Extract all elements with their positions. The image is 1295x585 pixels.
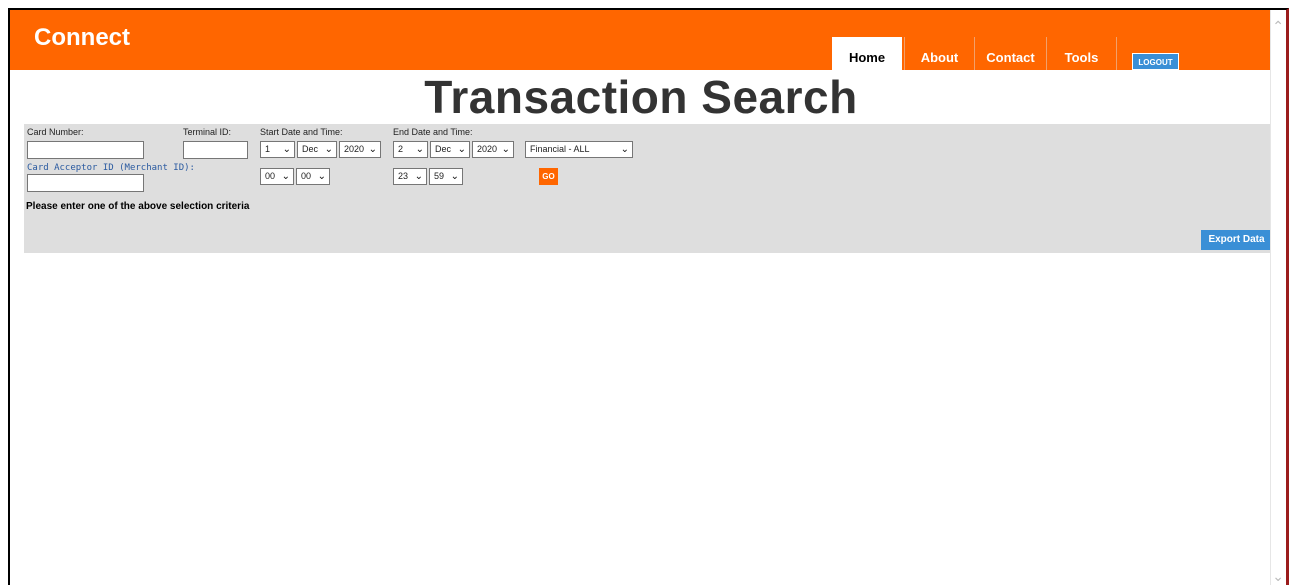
logout-button[interactable]: LOGOUT — [1132, 53, 1179, 70]
end-hour-select[interactable]: 23 ⌄ — [393, 168, 427, 185]
start-date-label: Start Date and Time: — [260, 127, 343, 137]
nav-tab-tools[interactable]: Tools — [1046, 37, 1116, 70]
end-minute-select[interactable]: 59 ⌄ — [429, 168, 463, 185]
transaction-type-select[interactable]: Financial - ALL ⌄ — [525, 141, 633, 158]
chevron-down-icon: ⌄ — [620, 144, 629, 155]
start-minute-select[interactable]: 00 ⌄ — [296, 168, 330, 185]
start-day-value: 1 — [265, 144, 271, 154]
nav-tab-contact[interactable]: Contact — [974, 37, 1046, 70]
brand-logo[interactable]: Connect — [34, 24, 130, 52]
card-number-label: Card Number: — [27, 127, 84, 137]
browser-frame: Connect Home About Contact Tools LOGOUT … — [8, 8, 1289, 585]
search-panel: Card Number: Terminal ID: Card Acceptor … — [24, 124, 1272, 253]
chevron-down-icon: ⌄ — [501, 144, 510, 155]
end-minute-value: 59 — [434, 171, 445, 181]
end-year-select[interactable]: 2020 ⌄ — [472, 141, 514, 158]
nav-divider — [1116, 37, 1117, 70]
chevron-down-icon: ⌄ — [282, 144, 291, 155]
chevron-down-icon: ⌄ — [324, 144, 333, 155]
chevron-down-icon: ⌄ — [457, 144, 466, 155]
end-date-label: End Date and Time: — [393, 127, 473, 137]
start-hour-value: 00 — [265, 171, 276, 181]
terminal-id-label: Terminal ID: — [183, 127, 232, 137]
start-year-value: 2020 — [344, 144, 365, 154]
start-day-select[interactable]: 1 ⌄ — [260, 141, 295, 158]
nav-tab-home[interactable]: Home — [832, 37, 902, 70]
end-year-value: 2020 — [477, 144, 498, 154]
card-number-input[interactable] — [27, 141, 144, 159]
top-header: Connect Home About Contact Tools LOGOUT — [10, 10, 1272, 70]
go-button[interactable]: GO — [539, 168, 558, 185]
chevron-down-icon: ⌄ — [281, 171, 290, 182]
card-acceptor-input[interactable] — [27, 174, 144, 192]
chevron-down-icon: ⌄ — [450, 171, 459, 182]
end-month-select[interactable]: Dec ⌄ — [430, 141, 470, 158]
chevron-down-icon[interactable]: ⌄ — [1272, 568, 1284, 585]
nav-tab-about[interactable]: About — [904, 37, 974, 70]
card-acceptor-label: Card Acceptor ID (Merchant ID): — [27, 163, 195, 173]
end-hour-value: 23 — [398, 171, 409, 181]
transaction-type-value: Financial - ALL — [530, 144, 590, 154]
terminal-id-input[interactable] — [183, 141, 248, 159]
chevron-up-icon[interactable]: ⌃ — [1272, 18, 1284, 35]
start-hour-select[interactable]: 00 ⌄ — [260, 168, 294, 185]
start-year-select[interactable]: 2020 ⌄ — [339, 141, 381, 158]
chevron-down-icon: ⌄ — [317, 171, 326, 182]
page-title: Transaction Search — [424, 71, 858, 123]
export-data-button[interactable]: Export Data — [1201, 230, 1272, 250]
end-day-select[interactable]: 2 ⌄ — [393, 141, 428, 158]
chevron-down-icon: ⌄ — [414, 171, 423, 182]
vertical-scrollbar[interactable]: ⌃ ⌄ — [1270, 10, 1286, 585]
validation-message: Please enter one of the above selection … — [26, 201, 250, 212]
chevron-down-icon: ⌄ — [368, 144, 377, 155]
end-day-value: 2 — [398, 144, 404, 154]
chevron-down-icon: ⌄ — [415, 144, 424, 155]
start-minute-value: 00 — [301, 171, 312, 181]
start-month-select[interactable]: Dec ⌄ — [297, 141, 337, 158]
start-month-value: Dec — [302, 144, 319, 154]
end-month-value: Dec — [435, 144, 452, 154]
